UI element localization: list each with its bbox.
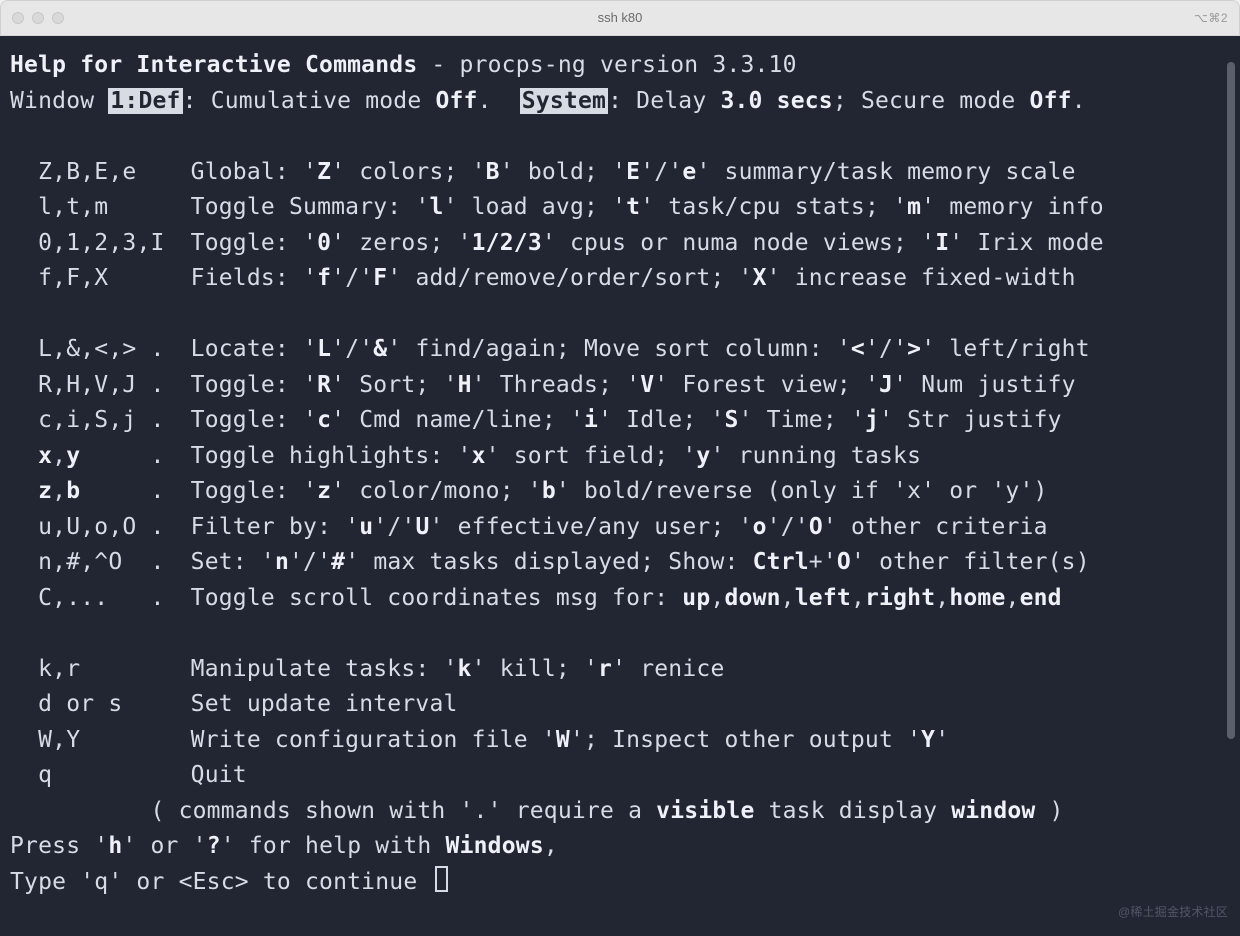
help-line: x,y . Toggle highlights: 'x' sort field;… — [10, 439, 1234, 475]
help-line — [10, 119, 1234, 155]
help-line: 0,1,2,3,I Toggle: '0' zeros; '1/2/3' cpu… — [10, 226, 1234, 262]
help-line: d or s Set update interval — [10, 687, 1234, 723]
terminal-viewport[interactable]: Help for Interactive Commands - procps-n… — [0, 36, 1240, 936]
titlebar: ssh k80 ⌥⌘2 — [0, 0, 1240, 36]
help-line: f,F,X Fields: 'f'/'F' add/remove/order/s… — [10, 261, 1234, 297]
scrollbar-thumb[interactable] — [1227, 62, 1235, 739]
help-prompt-1: Press 'h' or '?' for help with Windows, — [10, 829, 1234, 865]
watermark: @稀土掘金技术社区 — [1118, 895, 1228, 931]
help-line: c,i,S,j . Toggle: 'c' Cmd name/line; 'i'… — [10, 403, 1234, 439]
help-line: q Quit — [10, 758, 1234, 794]
help-header-1: Help for Interactive Commands - procps-n… — [10, 48, 1234, 84]
help-prompt-2: Type 'q' or <Esc> to continue — [10, 865, 1234, 901]
help-line: C,... . Toggle scroll coordinates msg fo… — [10, 581, 1234, 617]
help-line: Z,B,E,e Global: 'Z' colors; 'B' bold; 'E… — [10, 155, 1234, 191]
scrollbar[interactable] — [1224, 62, 1238, 930]
help-footnote: ( commands shown with '.' require a visi… — [10, 794, 1234, 830]
help-line: W,Y Write configuration file 'W'; Inspec… — [10, 723, 1234, 759]
window-title: ssh k80 — [0, 10, 1240, 25]
help-body: Z,B,E,e Global: 'Z' colors; 'B' bold; 'E… — [10, 119, 1234, 794]
help-line: k,r Manipulate tasks: 'k' kill; 'r' reni… — [10, 652, 1234, 688]
cursor-icon — [435, 866, 448, 891]
terminal-window: ssh k80 ⌥⌘2 Help for Interactive Command… — [0, 0, 1240, 936]
help-line: z,b . Toggle: 'z' color/mono; 'b' bold/r… — [10, 474, 1234, 510]
help-line: l,t,m Toggle Summary: 'l' load avg; 't' … — [10, 190, 1234, 226]
help-line — [10, 297, 1234, 333]
help-line: u,U,o,O . Filter by: 'u'/'U' effective/a… — [10, 510, 1234, 546]
help-header-2: Window 1:Def: Cumulative mode Off. Syste… — [10, 84, 1234, 120]
help-line: L,&,<,> . Locate: 'L'/'&' find/again; Mo… — [10, 332, 1234, 368]
help-line: R,H,V,J . Toggle: 'R' Sort; 'H' Threads;… — [10, 368, 1234, 404]
help-line: n,#,^O . Set: 'n'/'#' max tasks displaye… — [10, 545, 1234, 581]
help-line — [10, 616, 1234, 652]
